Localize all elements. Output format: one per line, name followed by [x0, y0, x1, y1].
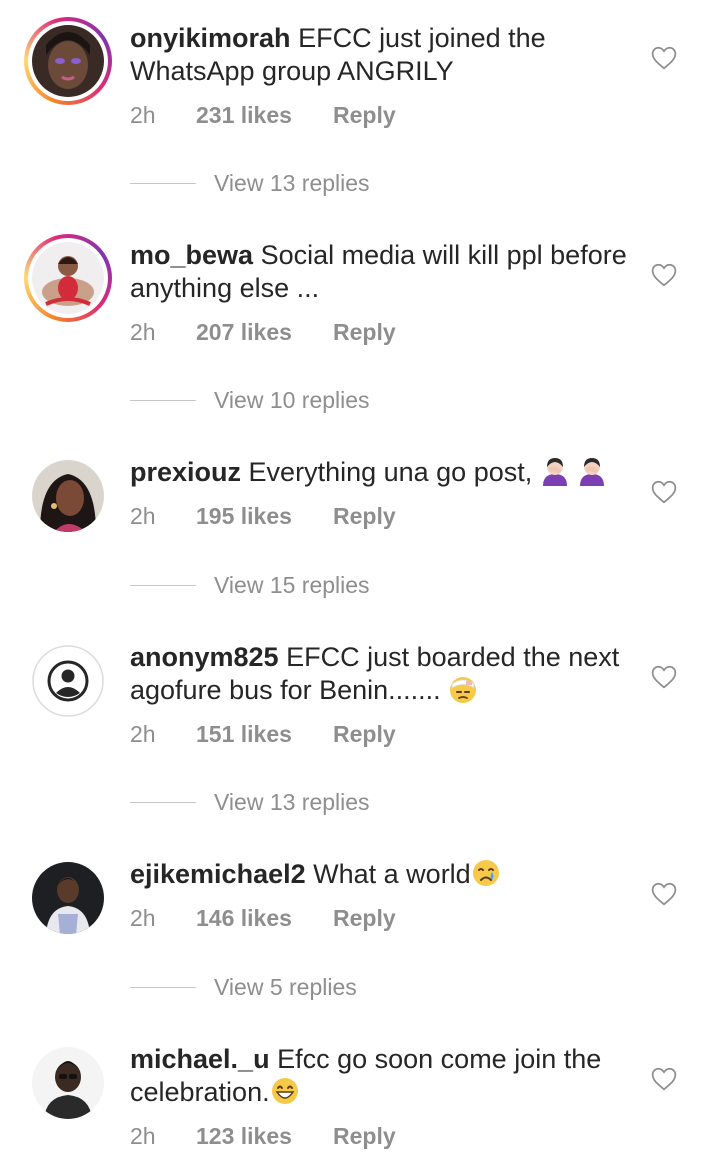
heart-icon[interactable]	[651, 1067, 677, 1091]
heart-icon[interactable]	[651, 665, 677, 689]
profile-photo	[32, 1047, 104, 1119]
view-replies-line	[130, 183, 196, 184]
comment-time: 2h	[130, 905, 156, 931]
view-replies-line	[130, 400, 196, 401]
comment-username[interactable]: anonym825	[130, 642, 279, 672]
comment-username[interactable]: prexiouz	[130, 457, 241, 487]
avatar-ejikemichael2[interactable]	[32, 862, 104, 934]
comment-likes[interactable]: 151 likes	[196, 721, 333, 748]
avatar-michael-u[interactable]	[32, 1047, 104, 1119]
avatar-mo-bewa[interactable]	[24, 234, 112, 322]
view-replies-label: View 10 replies	[214, 387, 370, 413]
view-replies-line	[130, 585, 196, 586]
comment-likes[interactable]: 146 likes	[196, 905, 333, 932]
view-replies-line	[130, 987, 196, 988]
comment-username[interactable]: ejikemichael2	[130, 859, 306, 889]
comment-username[interactable]: michael._u	[130, 1044, 270, 1074]
crying-face-emoji	[472, 860, 499, 886]
comment-username[interactable]: onyikimorah	[130, 23, 291, 53]
default-profile-icon	[32, 645, 104, 717]
profile-photo	[32, 862, 104, 934]
heart-icon[interactable]	[651, 46, 677, 70]
avatar-onyikimorah[interactable]	[24, 17, 112, 105]
comment-username[interactable]: mo_bewa	[130, 240, 253, 270]
reply-button[interactable]: Reply	[333, 905, 396, 932]
view-replies-label: View 13 replies	[214, 170, 370, 196]
profile-photo	[32, 25, 104, 97]
comment-likes[interactable]: 231 likes	[196, 102, 333, 129]
avatar-anonym825[interactable]	[32, 645, 104, 717]
comment-likes[interactable]: 207 likes	[196, 319, 333, 346]
head-bandage-emoji	[450, 677, 477, 703]
view-replies-label: View 13 replies	[214, 789, 370, 815]
comment-time: 2h	[130, 721, 156, 747]
view-replies-label: View 15 replies	[214, 572, 370, 598]
reply-button[interactable]: Reply	[333, 1123, 396, 1150]
comment-body: What a world	[313, 859, 471, 889]
view-replies-line	[130, 802, 196, 803]
comment-time: 2h	[130, 102, 156, 128]
view-replies-button[interactable]: View 15 replies	[130, 572, 370, 599]
view-replies-button[interactable]: View 13 replies	[130, 789, 370, 816]
view-replies-label: View 5 replies	[214, 974, 357, 1000]
comment-likes[interactable]: 195 likes	[196, 503, 333, 530]
reply-button[interactable]: Reply	[333, 102, 396, 129]
avatar-prexiouz[interactable]	[32, 460, 104, 532]
heart-icon[interactable]	[651, 480, 677, 504]
view-replies-button[interactable]: View 13 replies	[130, 170, 370, 197]
profile-photo	[32, 460, 104, 532]
view-replies-button[interactable]: View 10 replies	[130, 387, 370, 414]
grinning-face-emoji	[271, 1078, 298, 1104]
comment-time: 2h	[130, 319, 156, 345]
person-facepalming-emoji	[542, 458, 567, 486]
reply-button[interactable]: Reply	[333, 503, 396, 530]
heart-icon[interactable]	[651, 263, 677, 287]
view-replies-button[interactable]: View 5 replies	[130, 974, 357, 1001]
heart-icon[interactable]	[651, 882, 677, 906]
comment-likes[interactable]: 123 likes	[196, 1123, 333, 1150]
reply-button[interactable]: Reply	[333, 721, 396, 748]
reply-button[interactable]: Reply	[333, 319, 396, 346]
person-facepalming-emoji	[580, 458, 605, 486]
profile-photo	[32, 242, 104, 314]
comment-body: Everything una go post,	[248, 457, 533, 487]
comment-time: 2h	[130, 503, 156, 529]
comment-time: 2h	[130, 1123, 156, 1149]
